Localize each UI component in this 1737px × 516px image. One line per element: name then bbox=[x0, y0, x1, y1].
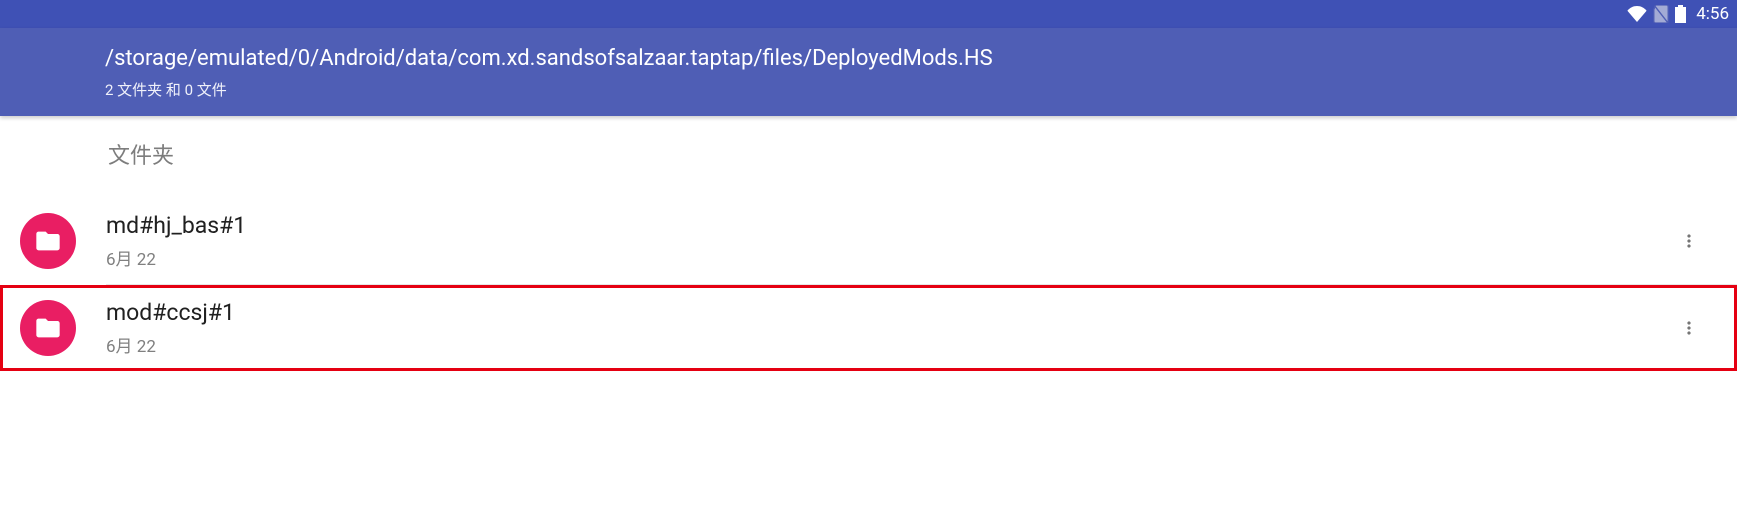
folder-list-item[interactable]: mod#ccsj#1 6月 22 bbox=[0, 285, 1737, 371]
folder-icon bbox=[20, 300, 76, 356]
more-options-button[interactable] bbox=[1669, 221, 1709, 261]
content-area: 文件夹 md#hj_bas#1 6月 22 mod#ccsj#1 6月 22 bbox=[0, 116, 1737, 371]
folder-date: 6月 22 bbox=[106, 245, 1669, 270]
section-header-folders: 文件夹 bbox=[0, 138, 1737, 170]
no-sim-icon bbox=[1653, 5, 1669, 23]
app-bar: /storage/emulated/0/Android/data/com.xd.… bbox=[0, 28, 1737, 116]
folder-icon bbox=[20, 213, 76, 269]
status-bar-time: 4:56 bbox=[1696, 4, 1729, 24]
folder-name: md#hj_bas#1 bbox=[106, 212, 1669, 239]
folder-item-text: md#hj_bas#1 6月 22 bbox=[106, 212, 1669, 270]
folder-name: mod#ccsj#1 bbox=[106, 299, 1669, 326]
folder-date: 6月 22 bbox=[106, 332, 1669, 357]
wifi-icon bbox=[1627, 6, 1647, 22]
more-options-button[interactable] bbox=[1669, 308, 1709, 348]
folder-item-text: mod#ccsj#1 6月 22 bbox=[106, 299, 1669, 357]
folder-list-item[interactable]: md#hj_bas#1 6月 22 bbox=[0, 198, 1737, 284]
battery-icon bbox=[1675, 5, 1686, 23]
status-bar: 4:56 bbox=[0, 0, 1737, 28]
current-path: /storage/emulated/0/Android/data/com.xd.… bbox=[105, 46, 1737, 71]
folder-file-counts: 2 文件夹 和 0 文件 bbox=[105, 79, 1737, 100]
